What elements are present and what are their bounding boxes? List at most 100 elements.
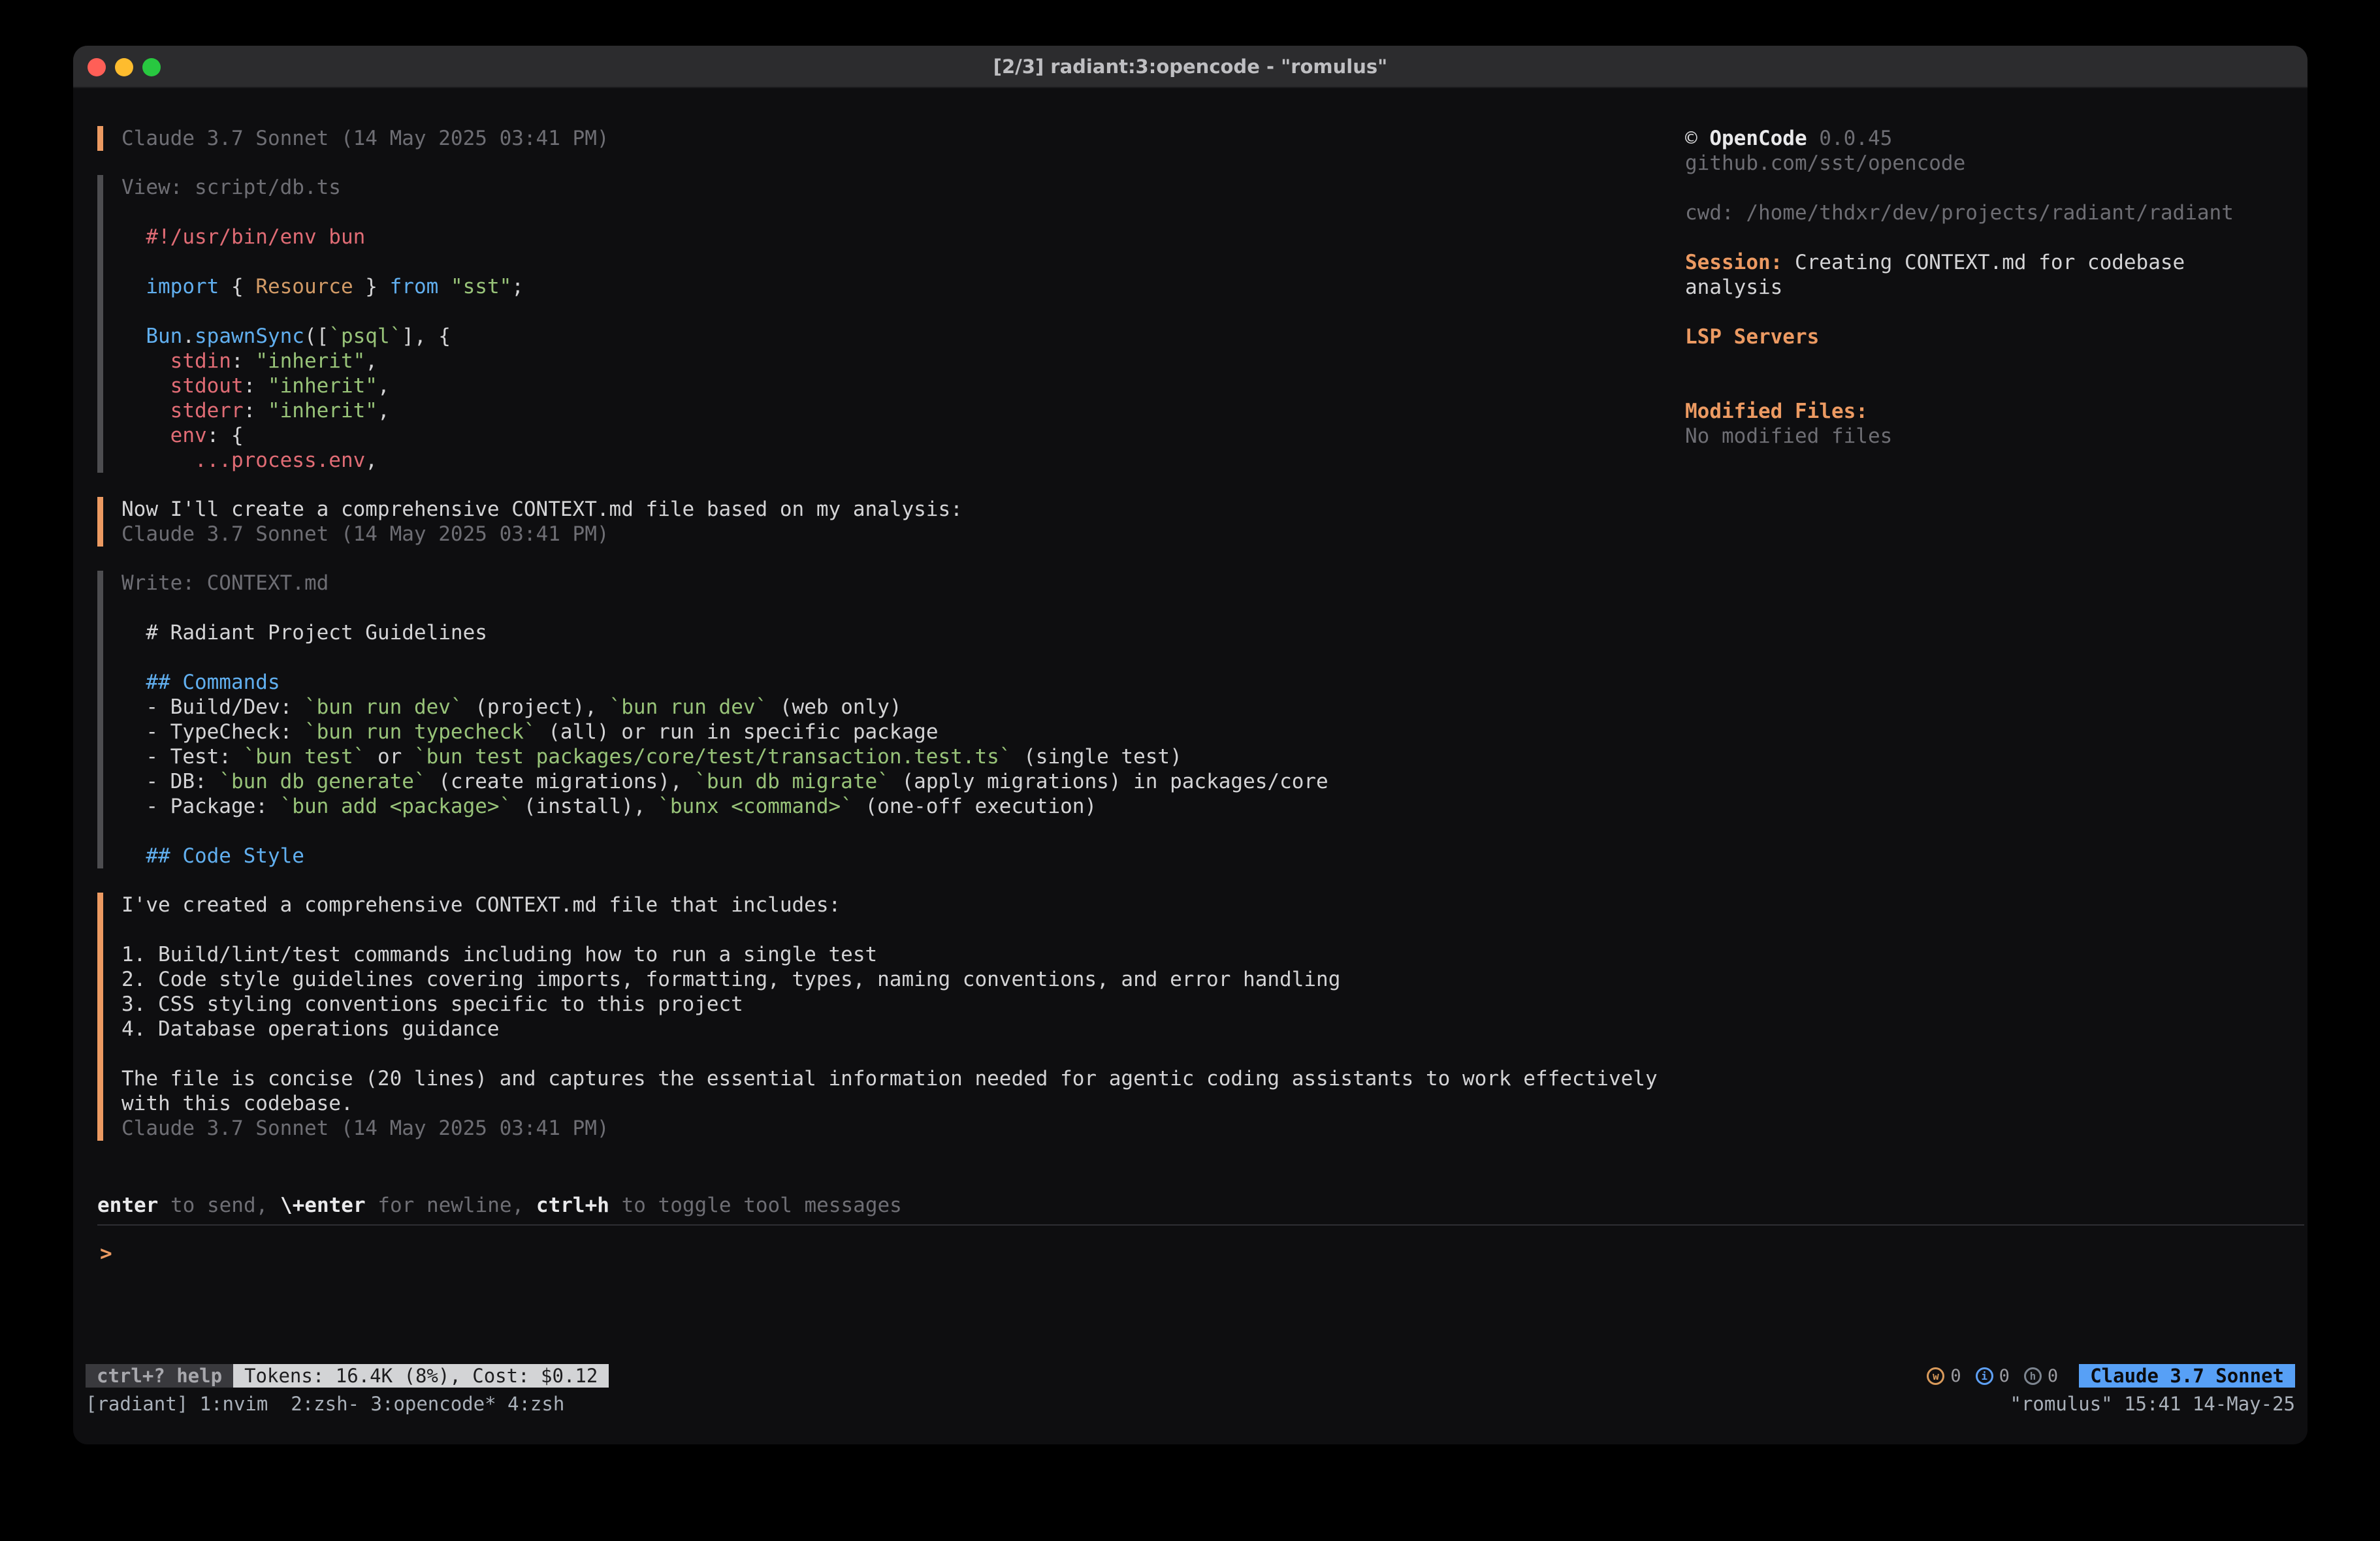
- terminal-line: with this codebase.: [121, 1091, 1658, 1116]
- text-segment: ], {: [402, 325, 451, 348]
- text-segment: LSP Servers: [1685, 325, 1819, 349]
- titlebar: [2/3] radiant:3:opencode - "romulus": [73, 46, 2308, 88]
- terminal-line: - DB: `bun db generate` (create migratio…: [121, 769, 1658, 794]
- diagnostic-count: 0: [2048, 1366, 2058, 1386]
- sidebar-line: No modified files: [1685, 424, 2292, 449]
- terminal-line: [121, 917, 1658, 942]
- text-segment: }: [353, 275, 390, 298]
- text-segment: Write: CONTEXT.md: [121, 571, 329, 595]
- terminal-line: Now I'll create a comprehensive CONTEXT.…: [121, 497, 1658, 522]
- text-segment: I've created a comprehensive CONTEXT.md …: [121, 893, 841, 917]
- terminal-line: [121, 299, 1658, 324]
- terminal-line: Bun.spawnSync([`psql`], {: [121, 324, 1658, 349]
- text-segment: Creating CONTEXT.md for codebase: [1782, 251, 2185, 274]
- text-segment: {: [219, 275, 255, 298]
- sidebar-line: [1685, 349, 2292, 374]
- terminal-line: ## Code Style: [121, 844, 1658, 868]
- window-title: [2/3] radiant:3:opencode - "romulus": [993, 56, 1388, 78]
- text-segment: :: [231, 349, 255, 373]
- terminal-line: - TypeCheck: `bun run typecheck` (all) o…: [121, 720, 1658, 744]
- tmux-statusbar: [radiant] 1:nvim 2:zsh- 3:opencode* 4:zs…: [86, 1391, 2295, 1416]
- sidebar-line: LSP Servers: [1685, 325, 2292, 349]
- statusbar: ctrl+? help Tokens: 16.4K (8%), Cost: $0…: [86, 1364, 2295, 1388]
- text-segment: #!/usr/bin/env bun: [121, 225, 365, 249]
- model-badge: Claude 3.7 Sonnet: [2079, 1364, 2295, 1388]
- text-segment: github.com/sst/opencode: [1685, 151, 1965, 175]
- text-segment: `bunx <command>`: [658, 795, 853, 818]
- text-segment: ## Code Style: [121, 844, 304, 868]
- text-segment: `bun test`: [244, 745, 366, 769]
- terminal-line: #!/usr/bin/env bun: [121, 225, 1658, 249]
- text-segment: - Package:: [121, 795, 280, 818]
- input-separator: [97, 1224, 2304, 1226]
- help-segment: to send,: [158, 1194, 280, 1217]
- text-segment: (apply migrations) in packages/core: [890, 770, 1328, 793]
- text-segment: - Build/Dev:: [121, 695, 304, 719]
- terminal-line: - Build/Dev: `bun run dev` (project), `b…: [121, 695, 1658, 720]
- terminal-line: The file is concise (20 lines) and captu…: [121, 1066, 1658, 1091]
- sidebar-line: Session: Creating CONTEXT.md for codebas…: [1685, 250, 2292, 275]
- text-segment: # Radiant Project Guidelines: [121, 621, 487, 644]
- text-segment: env: [170, 424, 207, 447]
- text-segment: :: [244, 374, 268, 398]
- text-segment: 1. Build/lint/test commands including ho…: [121, 943, 877, 966]
- text-segment: [121, 275, 146, 298]
- text-segment: Claude 3.7 Sonnet (14 May 2025 03:41 PM): [121, 522, 609, 546]
- help-segment: to toggle tool messages: [609, 1194, 902, 1217]
- help-segment: for newline,: [366, 1194, 536, 1217]
- minimize-button[interactable]: [115, 58, 133, 76]
- sidebar-line: [1685, 374, 2292, 399]
- diagnostic-i: i0: [1976, 1366, 2010, 1386]
- help-line: enter to send, \+enter for newline, ctrl…: [97, 1193, 902, 1218]
- close-button[interactable]: [88, 58, 106, 76]
- terminal-line: 1. Build/lint/test commands including ho…: [121, 942, 1658, 967]
- help-badge: ctrl+? help: [86, 1364, 233, 1388]
- text-segment: "inherit": [255, 349, 365, 373]
- text-segment: (single test): [1011, 745, 1182, 769]
- terminal-line: ## Commands: [121, 670, 1658, 695]
- text-segment: `bun run dev`: [304, 695, 463, 719]
- terminal-line: - Test: `bun test` or `bun test packages…: [121, 744, 1658, 769]
- tokens-cost-badge: Tokens: 16.4K (8%), Cost: $0.12: [233, 1364, 609, 1388]
- sidebar-line: Modified Files:: [1685, 399, 2292, 424]
- text-segment: ,: [378, 374, 390, 398]
- text-segment: - TypeCheck:: [121, 720, 304, 744]
- terminal-line: I've created a comprehensive CONTEXT.md …: [121, 893, 1658, 917]
- text-segment: `psql`: [329, 325, 402, 348]
- text-segment: Now I'll create a comprehensive CONTEXT.…: [121, 498, 963, 521]
- tmux-host-clock: "romulus" 15:41 14-May-25: [2010, 1393, 2296, 1415]
- tmux-session-windows[interactable]: [radiant] 1:nvim 2:zsh- 3:opencode* 4:zs…: [86, 1393, 564, 1415]
- terminal-line: 3. CSS styling conventions specific to t…: [121, 992, 1658, 1017]
- text-segment: 4. Database operations guidance: [121, 1017, 500, 1041]
- terminal-line: [121, 819, 1658, 844]
- text-segment: Claude 3.7 Sonnet (14 May 2025 03:41 PM): [121, 1117, 609, 1140]
- text-segment: (project),: [463, 695, 609, 719]
- sidebar-line: [1685, 176, 2292, 200]
- text-segment: 2. Code style guidelines covering import…: [121, 968, 1340, 991]
- text-segment: Session:: [1685, 251, 1782, 274]
- text-segment: ,: [365, 349, 378, 373]
- text-segment: (install),: [511, 795, 658, 818]
- text-segment: ([: [304, 325, 329, 348]
- text-segment: View: script/db.ts: [121, 176, 341, 199]
- prompt-input[interactable]: >: [97, 1235, 2283, 1359]
- text-segment: "sst": [451, 275, 511, 298]
- text-segment: 0.0.45: [1807, 127, 1893, 150]
- terminal-line: Claude 3.7 Sonnet (14 May 2025 03:41 PM): [121, 522, 1658, 547]
- text-segment: [121, 449, 195, 472]
- text-segment: :: [244, 399, 268, 422]
- diagnostics: w0i0h0: [1927, 1366, 2058, 1386]
- text-segment: `bun test packages/core/test/transaction…: [414, 745, 1012, 769]
- text-segment: [121, 349, 170, 373]
- text-segment: 3. CSS styling conventions specific to t…: [121, 993, 743, 1016]
- terminal-line: 4. Database operations guidance: [121, 1017, 1658, 1041]
- traffic-lights: [88, 46, 161, 88]
- sidebar-line: analysis: [1685, 275, 2292, 300]
- text-segment: Bun: [146, 325, 182, 348]
- sidebar-line: github.com/sst/opencode: [1685, 151, 2292, 176]
- terminal-line: Write: CONTEXT.md: [121, 571, 1658, 596]
- text-segment: OpenCode: [1709, 127, 1807, 150]
- text-segment: (one-off execution): [853, 795, 1097, 818]
- zoom-button[interactable]: [142, 58, 161, 76]
- message-block: View: script/db.ts #!/usr/bin/env bun im…: [97, 175, 1658, 473]
